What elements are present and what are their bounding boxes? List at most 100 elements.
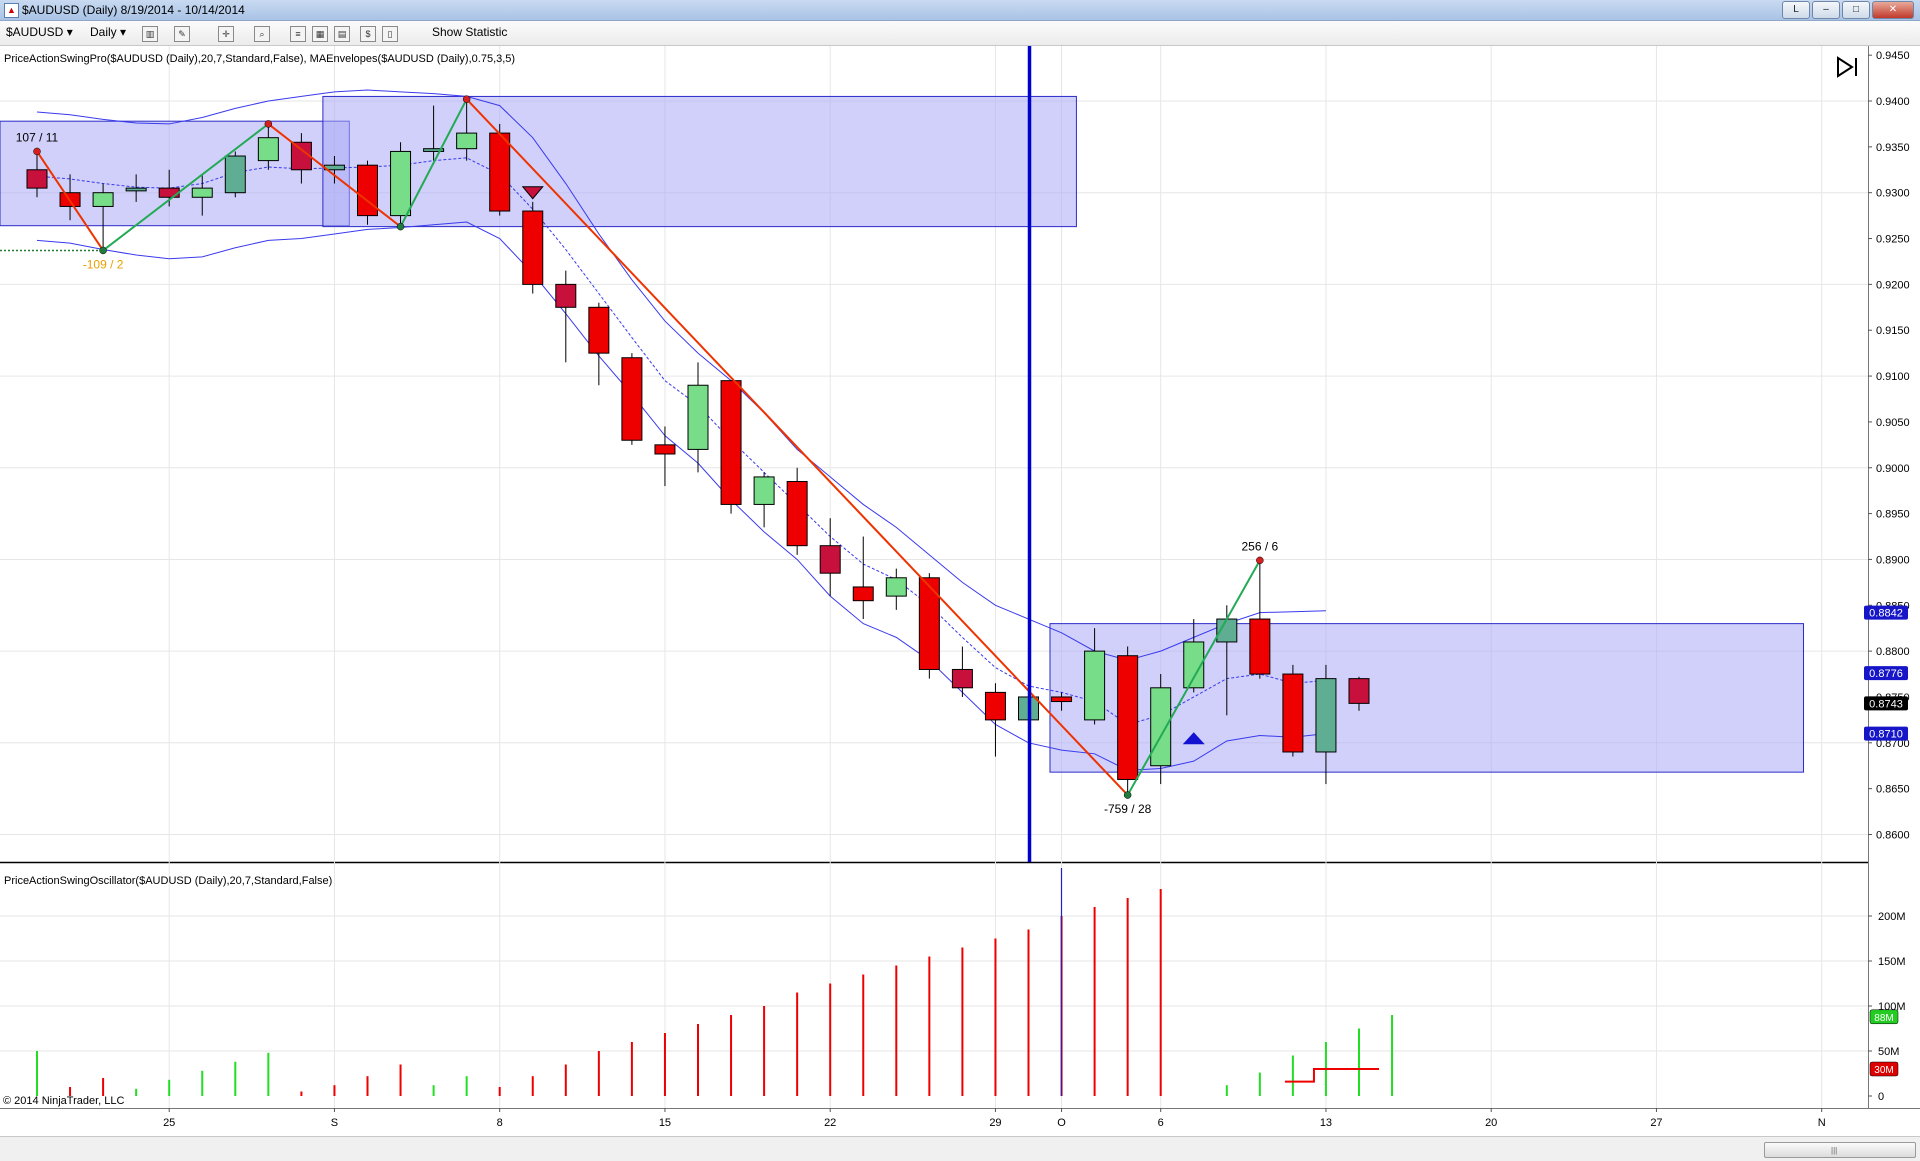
y-tick-label: 0.9050 [1876, 417, 1910, 429]
candle-body [357, 164, 378, 217]
x-tick-label: N [1818, 1117, 1826, 1129]
candle-body [1117, 655, 1139, 780]
data-box-icon[interactable]: ▤ [334, 26, 350, 42]
y-tick-label: 0.9200 [1876, 279, 1910, 291]
scroll-grip-icon: ||| [1831, 1146, 1838, 1155]
candle-body [1315, 678, 1337, 753]
indicators-icon[interactable]: ≡ [290, 26, 306, 42]
x-tick-label: 15 [659, 1117, 671, 1129]
chevron-down-icon: ▾ [120, 25, 127, 39]
window-titlebar: ▲ $AUDUSD (Daily) 8/19/2014 - 10/14/2014… [0, 0, 1920, 21]
price-panel-title: PriceActionSwingPro($AUDUSD (Daily),20,7… [4, 53, 515, 65]
candle-body [753, 476, 775, 505]
x-tick-label: 22 [824, 1117, 836, 1129]
price-chart[interactable]: 0.9450 0.9400 0.9350 0.9300 0.9250 0.9200 0.91… [0, 46, 1920, 1136]
y-tick-label: 0.8950 [1876, 509, 1910, 521]
oscillator-marker-label: 88M [1874, 1013, 1893, 1024]
x-tick-label: 6 [1158, 1117, 1164, 1129]
swing-label: -759 / 28 [1104, 802, 1152, 816]
x-tick-label: 20 [1485, 1117, 1497, 1129]
show-statistic-button[interactable]: Show Statistic [432, 25, 507, 39]
candle-body [191, 187, 213, 198]
window-title: $AUDUSD (Daily) 8/19/2014 - 10/14/2014 [22, 3, 245, 17]
candle-body [92, 192, 114, 207]
chart-style-icon[interactable]: ▥ [142, 26, 158, 42]
period-label: Daily [90, 25, 117, 39]
instrument-label: $AUDUSD [6, 25, 64, 39]
x-tick-label: O [1057, 1117, 1066, 1129]
y-tick-label: 0.8900 [1876, 554, 1910, 566]
candle-body [621, 357, 643, 441]
y-tick-label: 0.8650 [1876, 784, 1910, 796]
price-marker-label: 0.8710 [1869, 729, 1903, 741]
swing-point [1123, 791, 1132, 799]
candle-body [654, 444, 676, 455]
swing-point [33, 147, 41, 156]
candle-body [918, 577, 940, 670]
candle-body [588, 306, 610, 354]
maximize-button[interactable]: □ [1842, 1, 1870, 19]
candle-body [522, 210, 544, 285]
candle-body [257, 137, 279, 162]
swing-point [264, 120, 273, 128]
crosshair-icon[interactable]: ✛ [218, 26, 234, 42]
close-button[interactable]: ✕ [1872, 1, 1914, 19]
candle-body [786, 481, 808, 547]
status-footer: ||| [0, 1136, 1920, 1161]
period-selector[interactable]: Daily ▾ [90, 25, 126, 39]
candle-body [819, 545, 841, 574]
y-tick-label: 0.9300 [1876, 188, 1910, 200]
price-marker-label: 0.8842 [1869, 608, 1903, 620]
swing-label: 107 / 11 [16, 130, 59, 144]
link-button[interactable]: L [1782, 1, 1810, 19]
horizontal-scrollbar[interactable]: ||| [1764, 1142, 1916, 1158]
price-marker-label: 0.8743 [1869, 698, 1903, 710]
swing-zone [322, 95, 1077, 228]
candle-body [390, 150, 412, 217]
window-controls: L – □ ✕ [1782, 1, 1914, 19]
y-tick-label: 0.9350 [1876, 142, 1910, 154]
swing-point [1256, 556, 1264, 565]
window-layout-icon[interactable]: ▯ [382, 26, 398, 42]
zoom-icon[interactable]: ⌕ [254, 26, 270, 42]
y-tick-label: 0.9450 [1876, 50, 1910, 62]
x-tick-label: 25 [163, 1117, 175, 1129]
osc-y-tick-label: 0 [1878, 1091, 1884, 1103]
osc-y-tick-label: 200M [1878, 911, 1906, 923]
copyright-label: © 2014 NinjaTrader, LLC [3, 1095, 124, 1107]
y-tick-label: 0.8800 [1876, 646, 1910, 658]
candle-body [885, 577, 907, 597]
swing-point [396, 222, 405, 231]
y-tick-label: 0.9250 [1876, 234, 1910, 246]
candle-body [1084, 650, 1106, 721]
osc-y-tick-label: 50M [1878, 1046, 1899, 1058]
chevron-down-icon: ▾ [66, 25, 73, 39]
candle-body [555, 283, 577, 308]
drawing-tool-icon[interactable]: ✎ [174, 26, 190, 42]
y-tick-label: 0.9150 [1876, 325, 1910, 337]
x-tick-label: 29 [989, 1117, 1001, 1129]
candle-body [158, 187, 180, 198]
oscillator-marker-label: 30M [1874, 1065, 1893, 1076]
price-marker-label: 0.8776 [1869, 668, 1903, 680]
candle-body [456, 132, 478, 150]
y-tick-label: 0.8600 [1876, 829, 1910, 841]
oscillator-panel-title: PriceActionSwingOscillator($AUDUSD (Dail… [4, 875, 332, 887]
candle-body [687, 384, 709, 450]
osc-y-tick-label: 150M [1878, 956, 1906, 968]
candle-body [26, 169, 48, 189]
candle-body [224, 155, 246, 194]
candle-body [125, 187, 147, 192]
chart-toolbar: $AUDUSD ▾ Daily ▾ ▥ ✎ ✛ ⌕ ≡ ▦ ▤ $ ▯ Show… [0, 21, 1920, 46]
instrument-selector[interactable]: $AUDUSD ▾ [6, 25, 73, 39]
minimize-button[interactable]: – [1812, 1, 1840, 19]
window-icon[interactable]: ▲ [4, 3, 19, 18]
y-tick-label: 0.9100 [1876, 371, 1910, 383]
properties-icon[interactable]: $ [360, 26, 376, 42]
candle-body [1348, 678, 1370, 704]
strategies-icon[interactable]: ▦ [312, 26, 328, 42]
x-tick-label: 13 [1320, 1117, 1332, 1129]
x-tick-label: 8 [497, 1117, 503, 1129]
candle-body [720, 380, 742, 505]
swing-point [462, 95, 471, 103]
